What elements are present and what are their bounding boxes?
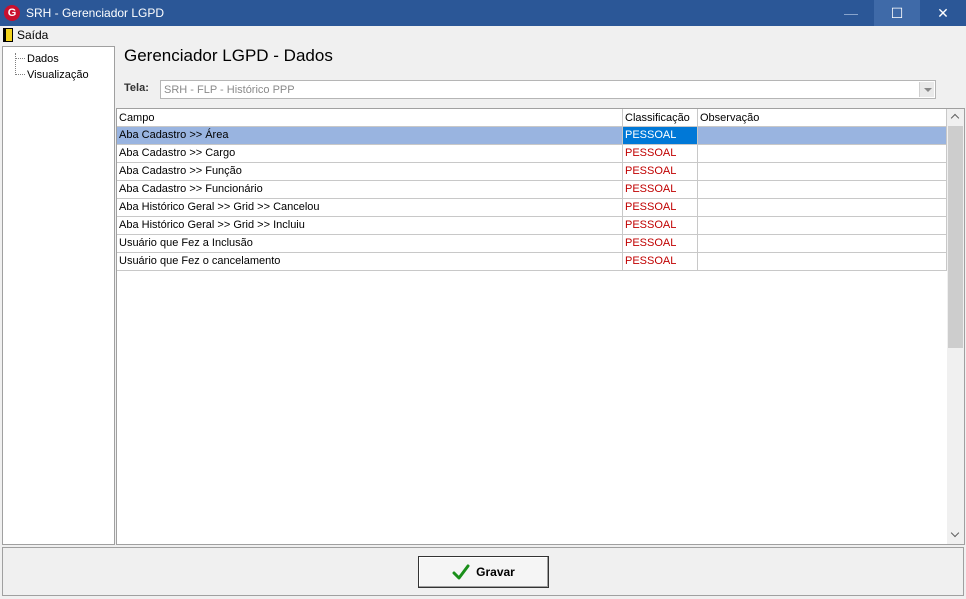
tree-branch-line (15, 58, 25, 59)
classificacao-cell[interactable]: PESSOAL (623, 145, 698, 162)
campo-cell[interactable]: Aba Histórico Geral >> Grid >> Incluiu (117, 217, 623, 234)
classificacao-cell[interactable]: PESSOAL (623, 235, 698, 252)
column-header-classificacao[interactable]: Classificação (623, 109, 698, 127)
app-logo-icon: G (4, 5, 20, 21)
tree-item-label: Dados (27, 52, 59, 65)
observacao-cell[interactable] (698, 217, 947, 234)
title-bar: G SRH - Gerenciador LGPD — ☐ ✕ (0, 0, 966, 26)
campo-cell[interactable]: Aba Cadastro >> Cargo (117, 145, 623, 162)
minimize-button[interactable]: — (828, 0, 874, 26)
page-title: Gerenciador LGPD - Dados (124, 46, 333, 65)
table-row[interactable]: Aba Cadastro >> Funcionário PESSOAL (117, 181, 947, 199)
exit-menu-item[interactable]: Saída (3, 27, 48, 43)
tela-label: Tela: (124, 82, 149, 94)
column-header-campo[interactable]: Campo (117, 109, 623, 127)
observacao-cell[interactable] (698, 127, 947, 144)
menu-bar: Saída (0, 26, 966, 44)
tree-branch-line (15, 74, 25, 75)
data-grid: Campo Classificação Observação Aba Cadas… (116, 108, 965, 545)
navigation-tree: Dados Visualização (2, 46, 115, 545)
campo-cell[interactable]: Aba Histórico Geral >> Grid >> Cancelou (117, 199, 623, 216)
save-label: Gravar (476, 565, 515, 579)
observacao-cell[interactable] (698, 235, 947, 252)
classificacao-cell[interactable]: PESSOAL (623, 253, 698, 270)
grid-header: Campo Classificação Observação (117, 109, 947, 127)
classificacao-cell[interactable]: PESSOAL (623, 199, 698, 216)
classificacao-cell[interactable]: PESSOAL (623, 217, 698, 234)
tree-item-dados[interactable]: Dados (3, 51, 59, 66)
checkmark-icon (452, 564, 470, 580)
classificacao-cell[interactable]: PESSOAL (623, 181, 698, 198)
exit-label: Saída (17, 28, 49, 42)
tela-selected-value: SRH - FLP - Histórico PPP (164, 84, 295, 96)
campo-cell[interactable]: Aba Cadastro >> Função (117, 163, 623, 180)
table-row[interactable]: Aba Cadastro >> Área PESSOAL (117, 127, 947, 145)
observacao-cell[interactable] (698, 181, 947, 198)
save-button[interactable]: Gravar (418, 556, 549, 588)
tree-item-label: Visualização (27, 68, 89, 81)
observacao-cell[interactable] (698, 199, 947, 216)
campo-cell[interactable]: Usuário que Fez o cancelamento (117, 253, 623, 270)
campo-cell[interactable]: Aba Cadastro >> Área (117, 127, 623, 144)
campo-cell[interactable]: Aba Cadastro >> Funcionário (117, 181, 623, 198)
table-row[interactable]: Aba Cadastro >> Cargo PESSOAL (117, 145, 947, 163)
tree-item-visualizacao[interactable]: Visualização (3, 67, 89, 82)
footer-panel: Gravar (2, 547, 964, 596)
vertical-scrollbar[interactable] (947, 109, 964, 544)
table-row[interactable]: Aba Cadastro >> Função PESSOAL (117, 163, 947, 181)
grid-rows: Aba Cadastro >> Área PESSOAL Aba Cadastr… (117, 127, 947, 271)
table-row[interactable]: Usuário que Fez o cancelamento PESSOAL (117, 253, 947, 271)
table-row[interactable]: Usuário que Fez a Inclusão PESSOAL (117, 235, 947, 253)
exit-door-icon (3, 28, 13, 42)
classificacao-cell[interactable]: PESSOAL (623, 163, 698, 180)
scroll-down-arrow-icon[interactable] (947, 527, 964, 544)
chevron-down-icon[interactable] (919, 82, 934, 97)
observacao-cell[interactable] (698, 145, 947, 162)
observacao-cell[interactable] (698, 163, 947, 180)
classificacao-cell[interactable]: PESSOAL (623, 127, 698, 144)
table-row[interactable]: Aba Histórico Geral >> Grid >> Incluiu P… (117, 217, 947, 235)
close-button[interactable]: ✕ (920, 0, 966, 26)
scroll-up-arrow-icon[interactable] (947, 109, 964, 126)
observacao-cell[interactable] (698, 253, 947, 270)
campo-cell[interactable]: Usuário que Fez a Inclusão (117, 235, 623, 252)
scrollbar-thumb[interactable] (948, 126, 963, 348)
table-row[interactable]: Aba Histórico Geral >> Grid >> Cancelou … (117, 199, 947, 217)
tela-select[interactable]: SRH - FLP - Histórico PPP (160, 80, 936, 99)
window-title: SRH - Gerenciador LGPD (26, 6, 165, 20)
column-header-observacao[interactable]: Observação (698, 109, 947, 127)
maximize-button[interactable]: ☐ (874, 0, 920, 26)
